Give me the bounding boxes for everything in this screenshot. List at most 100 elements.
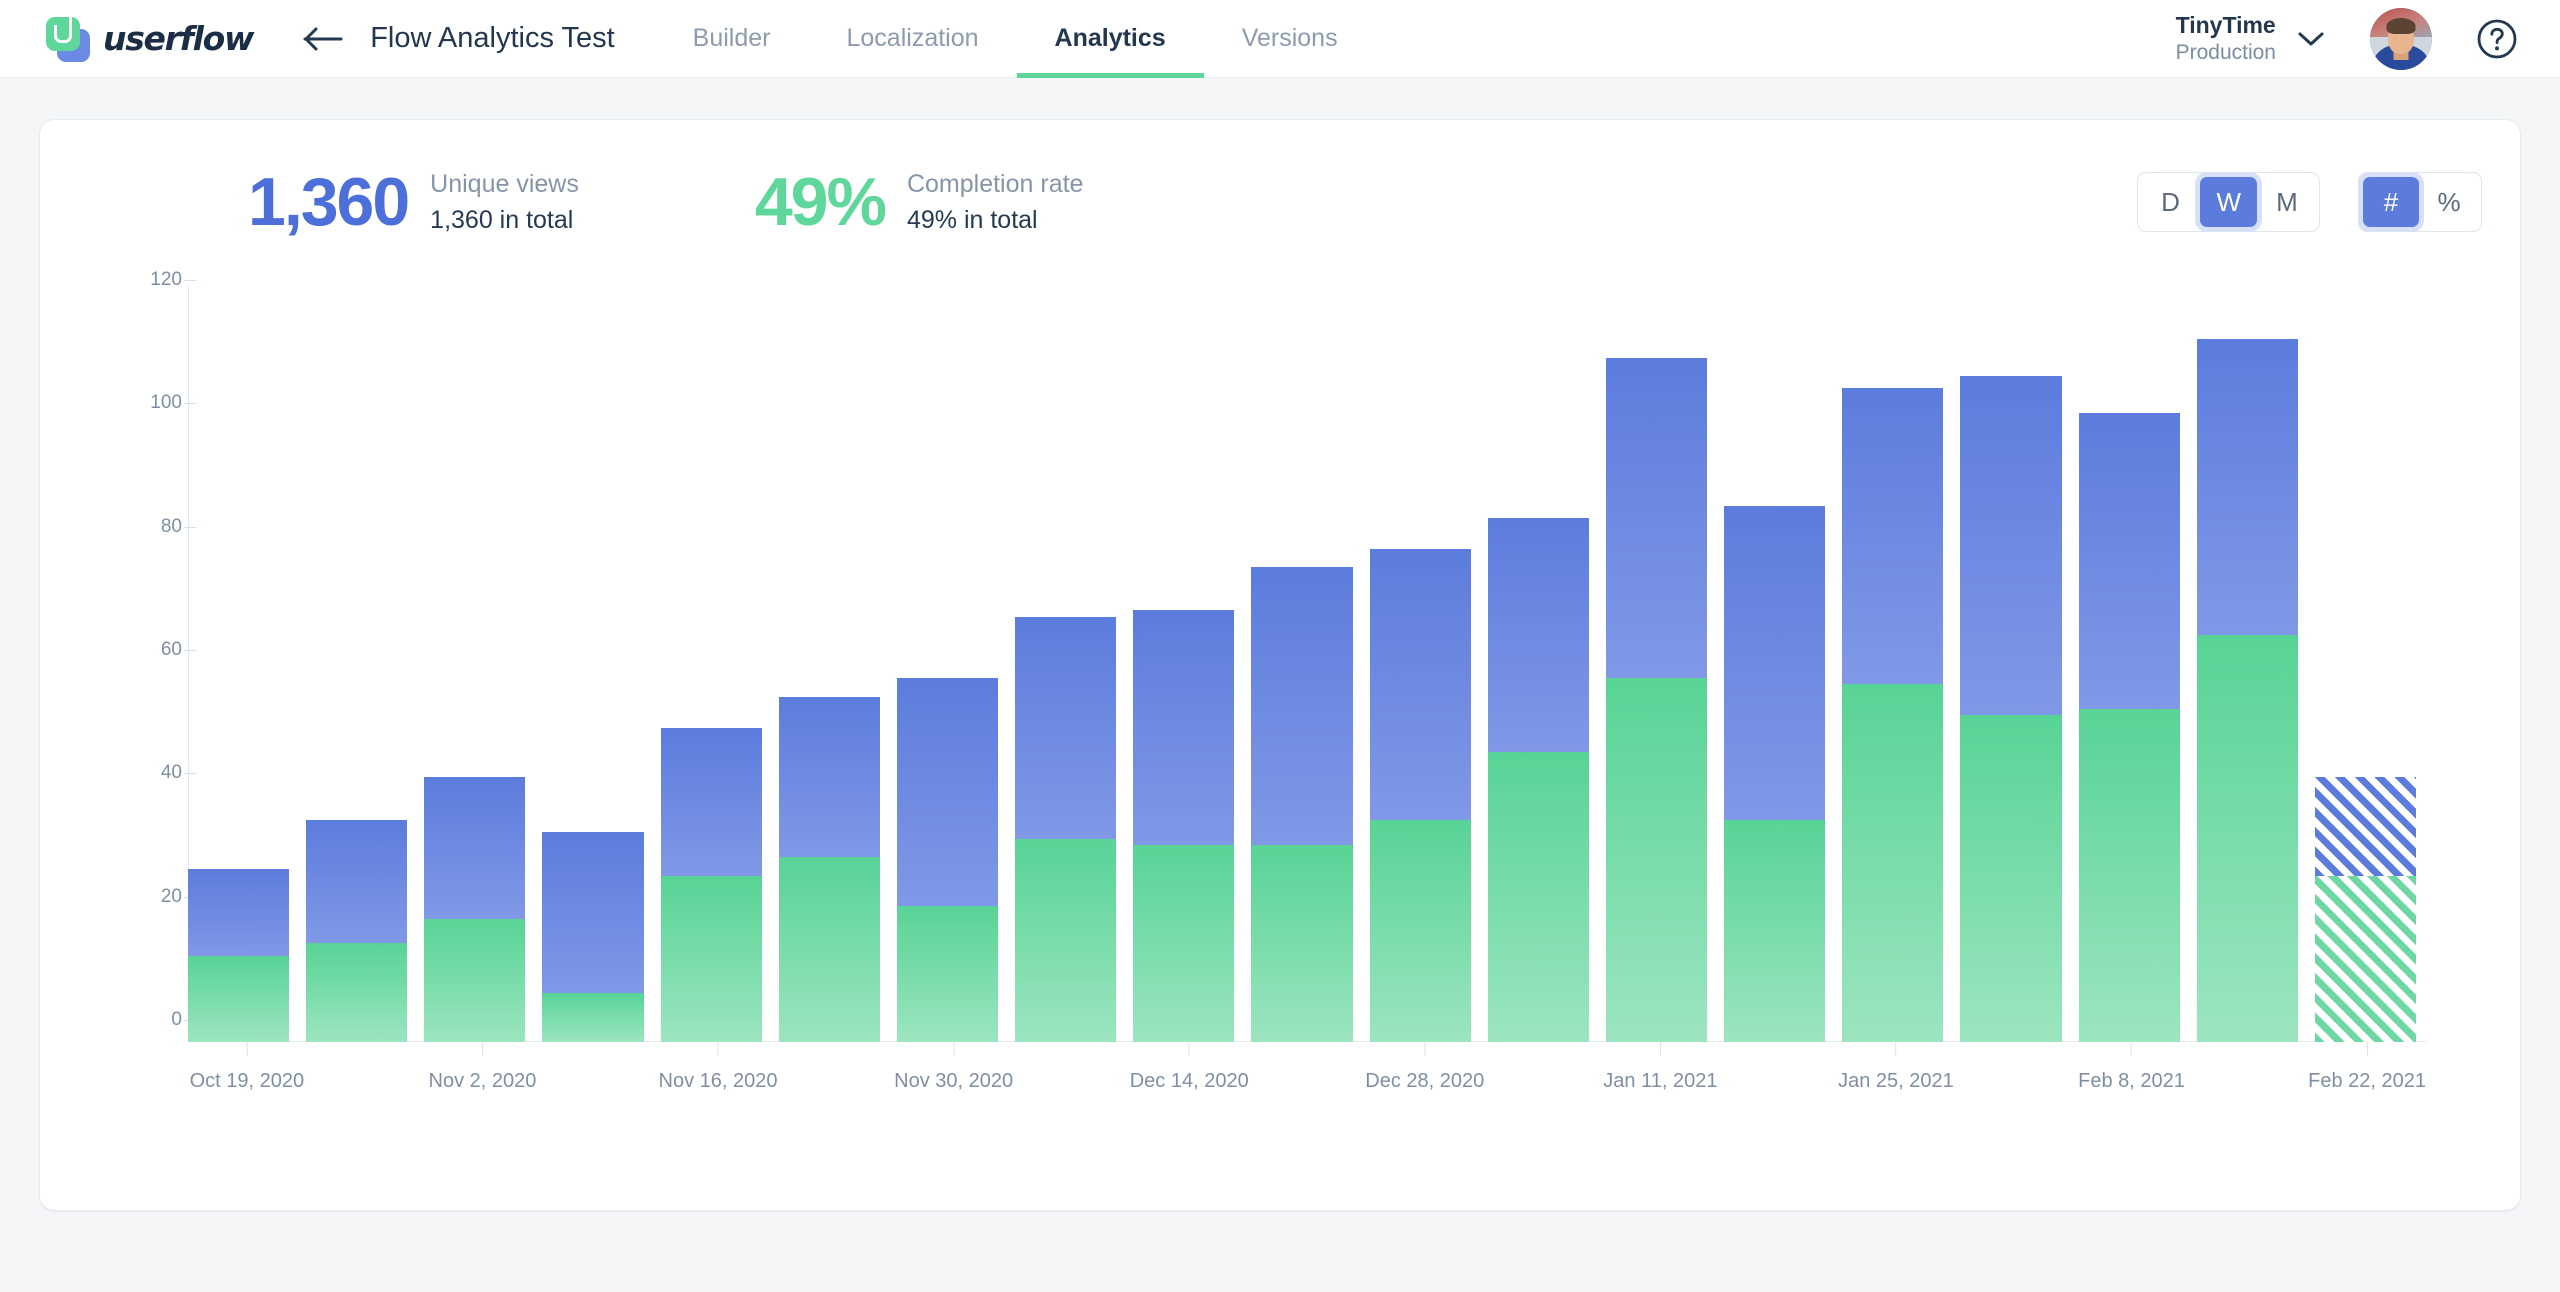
y-axis-tick: 60 bbox=[78, 639, 196, 661]
bar-segment-completed bbox=[424, 918, 526, 1042]
bar-segment-completed bbox=[778, 857, 880, 1042]
bar-segment-views bbox=[1369, 548, 1471, 820]
chart-controls: D W M # % bbox=[2137, 172, 2482, 232]
x-axis-tick-label: Jan 11, 2021 bbox=[1603, 1070, 1718, 1092]
x-axis-tick: Dec 28, 2020 bbox=[1365, 1042, 1484, 1093]
userflow-logo-icon bbox=[46, 16, 90, 62]
x-axis-tick-label: Nov 16, 2020 bbox=[658, 1070, 778, 1092]
x-axis-tick-label: Nov 30, 2020 bbox=[894, 1070, 1014, 1092]
bar[interactable] bbox=[188, 302, 290, 1042]
granularity-day[interactable]: D bbox=[2142, 177, 2198, 227]
units-count[interactable]: # bbox=[2363, 177, 2419, 227]
y-axis-tick: 120 bbox=[78, 269, 196, 291]
logo-wordmark: userflow bbox=[103, 19, 255, 58]
x-axis-tick-label: Oct 19, 2020 bbox=[189, 1070, 305, 1092]
bar-segment-completed bbox=[1842, 684, 1944, 1042]
x-axis-tick: Dec 14, 2020 bbox=[1130, 1042, 1249, 1093]
bar-segment-views bbox=[2314, 776, 2416, 876]
x-axis-tick-label: Dec 28, 2020 bbox=[1365, 1070, 1485, 1092]
tab-localization[interactable]: Localization bbox=[809, 0, 1017, 78]
bar-segment-views bbox=[778, 696, 880, 857]
bar[interactable] bbox=[1487, 302, 1589, 1042]
bar[interactable] bbox=[896, 302, 999, 1042]
granularity-month[interactable]: M bbox=[2259, 177, 2315, 227]
unique-views-label: Unique views bbox=[430, 169, 579, 198]
completion-rate-label: Completion rate bbox=[906, 169, 1084, 198]
x-axis-tick-label: Dec 14, 2020 bbox=[1129, 1070, 1249, 1092]
bar[interactable] bbox=[1724, 302, 1826, 1042]
bar-segment-views bbox=[1133, 610, 1235, 845]
x-axis-ticks: Oct 19, 2020 Nov 2, 2020 Nov 16, 2020 Nov 3… bbox=[188, 1042, 2426, 1150]
bar[interactable] bbox=[1015, 302, 1117, 1042]
bar-segment-views bbox=[1487, 517, 1589, 753]
bar-segment-views bbox=[542, 832, 644, 993]
bar[interactable] bbox=[2314, 302, 2416, 1042]
x-axis-tick: Jan 11, 2021 bbox=[1603, 1042, 1717, 1093]
x-axis-tick: Nov 30, 2020 bbox=[894, 1042, 1013, 1093]
y-axis-tick: 80 bbox=[78, 516, 196, 538]
page-body: 1,360 Unique views 1,360 in total 49% Co… bbox=[0, 78, 2560, 1210]
bar-segment-views bbox=[1842, 388, 1944, 685]
x-axis-tick-label: Feb 8, 2021 bbox=[2078, 1070, 2185, 1092]
userflow-logo[interactable]: userflow bbox=[46, 16, 255, 62]
tab-versions[interactable]: Versions bbox=[1204, 0, 1376, 78]
completion-rate-value: 49% bbox=[754, 164, 887, 240]
bar[interactable] bbox=[542, 302, 644, 1042]
bar-segment-views bbox=[1960, 376, 2062, 716]
bar[interactable] bbox=[1842, 302, 1944, 1042]
tab-builder[interactable]: Builder bbox=[655, 0, 809, 78]
bar-segment-completed bbox=[188, 955, 290, 1042]
bar[interactable] bbox=[306, 302, 408, 1042]
bar-segment-views bbox=[306, 820, 408, 944]
x-axis-tick-label: Feb 22, 2021 bbox=[2308, 1070, 2427, 1092]
bar[interactable] bbox=[660, 302, 762, 1042]
avatar[interactable] bbox=[2370, 7, 2432, 70]
bar-segment-completed bbox=[2078, 709, 2180, 1042]
x-axis-tick: Feb 8, 2021 bbox=[2078, 1042, 2185, 1093]
bar-segment-completed bbox=[1133, 844, 1235, 1042]
bar[interactable] bbox=[1133, 302, 1235, 1042]
tab-analytics[interactable]: Analytics bbox=[1016, 0, 1204, 78]
bar-segment-completed bbox=[2314, 875, 2416, 1042]
bar[interactable] bbox=[1960, 302, 2062, 1042]
bar[interactable] bbox=[1251, 302, 1353, 1042]
granularity-toggle: D W M bbox=[2137, 172, 2320, 232]
bar[interactable] bbox=[2078, 302, 2180, 1042]
granularity-week[interactable]: W bbox=[2200, 177, 2257, 227]
x-axis-tick: Oct 19, 2020 bbox=[189, 1042, 305, 1093]
environment-switcher[interactable]: TinyTime Production bbox=[2166, 5, 2334, 72]
bar-segment-completed bbox=[1487, 752, 1589, 1042]
bar[interactable] bbox=[424, 302, 526, 1042]
arrow-left-icon[interactable] bbox=[300, 16, 346, 62]
bar-segment-completed bbox=[1251, 844, 1353, 1042]
bar-segment-views bbox=[1605, 357, 1708, 679]
page-title: Flow Analytics Test bbox=[370, 22, 615, 54]
chevron-down-icon bbox=[2298, 31, 2324, 47]
bar[interactable] bbox=[1369, 302, 1471, 1042]
environment-name: TinyTime bbox=[2175, 12, 2276, 38]
bar-segment-completed bbox=[1015, 838, 1117, 1042]
header-right: TinyTime Production bbox=[2166, 5, 2520, 72]
x-axis-tick: Jan 25, 2021 bbox=[1838, 1042, 1954, 1093]
bar-segment-views bbox=[1015, 616, 1117, 839]
x-axis-tick: Nov 2, 2020 bbox=[428, 1042, 537, 1093]
bar[interactable] bbox=[778, 302, 880, 1042]
bar-segment-completed bbox=[542, 992, 644, 1042]
y-axis-tick: 0 bbox=[78, 1009, 196, 1031]
bar-segment-completed bbox=[2196, 635, 2298, 1042]
help-circle-icon[interactable] bbox=[2474, 16, 2520, 62]
units-toggle: # % bbox=[2358, 172, 2482, 232]
x-axis-tick: Feb 22, 2021 bbox=[2308, 1042, 2426, 1093]
bar-segment-completed bbox=[896, 906, 999, 1042]
environment-sub: Production bbox=[2175, 40, 2276, 64]
bar-segment-views bbox=[896, 678, 999, 907]
summary-row: 1,360 Unique views 1,360 in total 49% Co… bbox=[78, 154, 2482, 250]
x-axis-tick-label: Nov 2, 2020 bbox=[428, 1070, 537, 1092]
bar[interactable] bbox=[2196, 302, 2298, 1042]
bar-segment-completed bbox=[1724, 820, 1826, 1042]
x-axis-tick-label: Jan 25, 2021 bbox=[1838, 1070, 1954, 1092]
units-percent[interactable]: % bbox=[2421, 177, 2477, 227]
bar-segment-views bbox=[1724, 505, 1826, 820]
y-axis-tick: 20 bbox=[78, 886, 196, 908]
bar[interactable] bbox=[1605, 302, 1708, 1042]
